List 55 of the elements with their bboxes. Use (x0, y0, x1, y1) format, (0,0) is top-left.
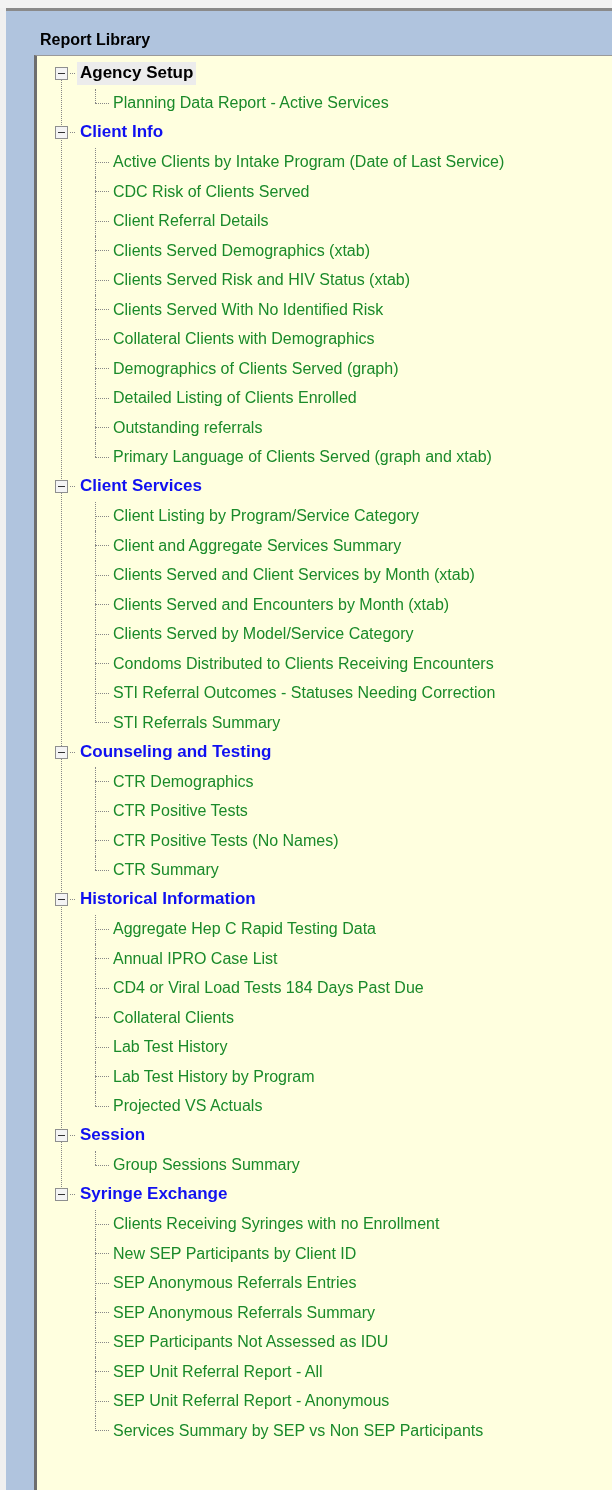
category-node[interactable]: Counseling and Testing (77, 740, 275, 764)
report-item[interactable]: SEP Unit Referral Report - All (113, 1362, 323, 1381)
report-item[interactable]: Clients Served and Client Services by Month (xtab) (113, 566, 475, 585)
report-item[interactable]: CD4 or Viral Load Tests 184 Days Past Due (113, 979, 424, 998)
report-item[interactable]: Client Listing by Program/Service Category (113, 507, 419, 526)
report-item[interactable]: Collateral Clients (113, 1008, 234, 1027)
report-item[interactable]: Primary Language of Clients Served (graph and xtab) (113, 448, 492, 467)
collapse-icon[interactable] (55, 480, 68, 494)
category-node[interactable]: Session (77, 1124, 149, 1148)
collapse-icon[interactable] (55, 1129, 68, 1143)
report-item[interactable]: Lab Test History (113, 1038, 228, 1057)
collapse-icon[interactable] (55, 893, 68, 907)
category-node[interactable]: Client Info (77, 121, 167, 145)
report-item[interactable]: Clients Served With No Identified Risk (113, 300, 384, 319)
panel-title: Report Library (39, 30, 152, 50)
category-node[interactable]: Client Services (77, 475, 205, 499)
report-item[interactable]: SEP Anonymous Referrals Entries (113, 1274, 357, 1293)
report-item[interactable]: SEP Participants Not Assessed as IDU (113, 1333, 389, 1352)
category-node[interactable]: Agency Setup (77, 62, 197, 86)
report-item[interactable]: Collateral Clients with Demographics (113, 330, 375, 349)
report-item[interactable]: Clients Receiving Syringes with no Enrollment (113, 1215, 440, 1234)
report-item[interactable]: Annual IPRO Case List (113, 949, 278, 968)
collapse-icon[interactable] (55, 745, 68, 759)
report-item[interactable]: SEP Anonymous Referrals Summary (113, 1303, 376, 1322)
report-item[interactable]: Clients Served Demographics (xtab) (113, 241, 370, 260)
report-item[interactable]: Outstanding referrals (113, 418, 263, 437)
report-item[interactable]: CDC Risk of Clients Served (113, 182, 310, 201)
report-item[interactable]: New SEP Participants by Client ID (113, 1244, 357, 1263)
category-node[interactable]: Historical Information (77, 888, 259, 912)
report-item[interactable]: Clients Served Risk and HIV Status (xtab) (113, 271, 410, 290)
report-item[interactable]: Active Clients by Intake Program (Date of Last Service) (113, 153, 505, 172)
report-item[interactable]: Clients Served by Model/Service Category (113, 625, 414, 644)
category-node[interactable]: Syringe Exchange (77, 1183, 231, 1207)
collapse-icon[interactable] (55, 67, 68, 81)
collapse-icon[interactable] (55, 1188, 68, 1202)
report-item[interactable]: Condoms Distributed to Clients Receiving Encounters (113, 654, 494, 673)
report-item[interactable]: CTR Positive Tests (No Names) (113, 831, 339, 850)
report-item[interactable]: SEP Unit Referral Report - Anonymous (113, 1392, 390, 1411)
report-item[interactable]: CTR Summary (113, 861, 219, 880)
report-item[interactable]: Services Summary by SEP vs Non SEP Participants (113, 1421, 484, 1440)
report-item[interactable]: Aggregate Hep C Rapid Testing Data (113, 920, 376, 939)
report-item[interactable]: STI Referral Outcomes - Statuses Needing Correction (113, 684, 496, 703)
report-item[interactable]: Detailed Listing of Clients Enrolled (113, 389, 357, 408)
report-item[interactable]: Clients Served and Encounters by Month (xtab) (113, 595, 450, 614)
collapse-icon[interactable] (55, 126, 68, 140)
report-item[interactable]: Client Referral Details (113, 212, 269, 231)
report-item[interactable]: CTR Demographics (113, 772, 254, 791)
report-item[interactable]: STI Referrals Summary (113, 713, 281, 732)
report-item[interactable]: CTR Positive Tests (113, 802, 248, 821)
report-item[interactable]: Group Sessions Summary (113, 1156, 300, 1175)
report-item[interactable]: Client and Aggregate Services Summary (113, 536, 402, 555)
report-item[interactable]: Demographics of Clients Served (graph) (113, 359, 399, 378)
report-item[interactable]: Lab Test History by Program (113, 1067, 315, 1086)
report-item[interactable]: Projected VS Actuals (113, 1097, 263, 1116)
report-item[interactable]: Planning Data Report - Active Services (113, 94, 389, 113)
